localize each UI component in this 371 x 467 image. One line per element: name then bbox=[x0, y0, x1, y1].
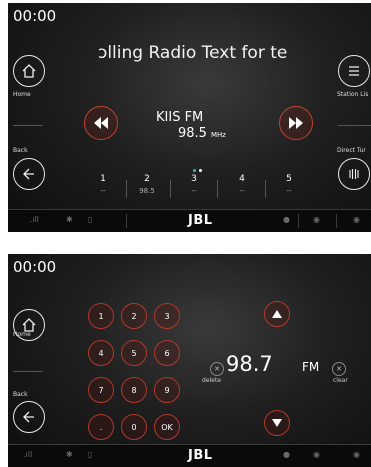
preset-number: 5 bbox=[286, 174, 292, 184]
preset-value: -- bbox=[239, 187, 245, 195]
key-9[interactable]: 9 bbox=[154, 377, 180, 403]
key-3[interactable]: 3 bbox=[154, 303, 180, 329]
preset-button-1[interactable]: 1 -- bbox=[88, 174, 118, 195]
home-button[interactable] bbox=[13, 55, 45, 87]
back-button[interactable] bbox=[13, 401, 45, 433]
triangle-down-icon bbox=[272, 419, 282, 427]
tune-down-button[interactable] bbox=[264, 410, 290, 436]
divider bbox=[13, 125, 43, 126]
station-list-button[interactable] bbox=[338, 55, 370, 87]
arrow-left-icon bbox=[23, 411, 34, 423]
brand-logo: JBL bbox=[188, 448, 213, 463]
delete-label: delete bbox=[202, 377, 221, 384]
close-icon: ✕ bbox=[336, 365, 342, 373]
station-list-label: Station Lis bbox=[337, 91, 369, 98]
seek-back-button[interactable] bbox=[84, 106, 118, 140]
status-bar: .ıll ✱ ▯ JBL ● ◉ ◉ bbox=[8, 444, 371, 467]
clock: 00:00 bbox=[13, 7, 57, 25]
triangle-up-icon bbox=[272, 310, 282, 318]
preset-button-5[interactable]: 5 -- bbox=[274, 174, 304, 195]
divider bbox=[338, 125, 371, 126]
preset-value: -- bbox=[100, 187, 106, 195]
direct-tune-screen: 00:00 Home Back 1 2 3 4 5 6 7 8 9. 0 OK ✕ delete 9… bbox=[8, 254, 371, 467]
preset-button-4[interactable]: 4 -- bbox=[227, 174, 257, 195]
preset-number: 3 bbox=[191, 174, 197, 184]
home-icon bbox=[22, 64, 36, 78]
signal-strength-icon: .ıll bbox=[23, 215, 39, 224]
status-bar: .ıll ✱ ▯ JBL ● ◉ ◉ bbox=[8, 209, 371, 232]
key-2[interactable]: 2 bbox=[121, 303, 147, 329]
seek-forward-button[interactable] bbox=[279, 106, 313, 140]
key-1[interactable]: 1 bbox=[88, 303, 114, 329]
key-ok[interactable]: OK bbox=[154, 414, 180, 440]
microphone-icon: ● bbox=[283, 215, 290, 224]
key-8[interactable]: 8 bbox=[121, 377, 147, 403]
microphone-icon: ● bbox=[283, 450, 290, 459]
back-button[interactable] bbox=[13, 158, 45, 190]
preset-number: 2 bbox=[144, 174, 150, 184]
signal-strength-icon: .ıll bbox=[23, 450, 33, 459]
station-name: KIIS FM bbox=[156, 110, 204, 125]
mute-icon[interactable]: ◉ bbox=[313, 450, 320, 459]
preset-divider bbox=[265, 180, 266, 198]
radio-text: ɔlling Radio Text for te bbox=[98, 43, 288, 63]
preset-value: -- bbox=[286, 187, 292, 195]
preset-divider bbox=[126, 180, 127, 198]
bluetooth-icon: ✱ bbox=[66, 215, 73, 224]
direct-tune-button[interactable] bbox=[338, 158, 370, 190]
key-dot[interactable]: . bbox=[88, 414, 114, 440]
home-label: Home bbox=[13, 91, 31, 98]
frequency-display: 98.5 MHz bbox=[178, 126, 226, 141]
list-icon bbox=[349, 66, 359, 76]
key-6[interactable]: 6 bbox=[154, 340, 180, 366]
band-label: FM bbox=[302, 360, 320, 374]
clear-button[interactable]: ✕ bbox=[332, 362, 346, 376]
frequency-value: 98.5 bbox=[178, 126, 207, 141]
preset-value: 98.5 bbox=[139, 187, 155, 195]
page-dot bbox=[198, 169, 202, 172]
home-label: Home bbox=[13, 331, 31, 338]
mute-icon[interactable]: ◉ bbox=[313, 215, 320, 224]
divider bbox=[298, 214, 299, 228]
key-7[interactable]: 7 bbox=[88, 377, 114, 403]
preset-value: -- bbox=[191, 187, 197, 195]
preset-divider bbox=[170, 180, 171, 198]
arrow-left-icon bbox=[23, 168, 34, 180]
preset-button-3[interactable]: 3 -- bbox=[179, 174, 209, 195]
back-label: Back bbox=[13, 147, 28, 154]
phone-icon: ▯ bbox=[88, 215, 93, 224]
brand-logo: JBL bbox=[188, 213, 213, 228]
key-5[interactable]: 5 bbox=[121, 340, 147, 366]
preset-number: 1 bbox=[100, 174, 106, 184]
delete-button[interactable]: ✕ bbox=[210, 362, 224, 376]
clock: 00:00 bbox=[13, 258, 57, 276]
preset-button-2[interactable]: 2 98.5 bbox=[132, 174, 162, 195]
fast-forward-icon bbox=[289, 117, 303, 129]
radio-screen: 00:00 Home Back Station Lis Direct Tur ɔ… bbox=[8, 3, 371, 232]
key-4[interactable]: 4 bbox=[88, 340, 114, 366]
key-0[interactable]: 0 bbox=[121, 414, 147, 440]
rewind-icon bbox=[94, 117, 108, 129]
direct-tune-label: Direct Tur bbox=[337, 147, 366, 154]
volume-icon[interactable]: ◉ bbox=[353, 215, 360, 224]
divider bbox=[13, 371, 43, 372]
back-label: Back bbox=[13, 391, 28, 398]
entered-frequency: 98.7 bbox=[226, 352, 273, 376]
close-icon: ✕ bbox=[214, 365, 220, 373]
volume-icon[interactable]: ◉ bbox=[353, 450, 360, 459]
phone-icon: ▯ bbox=[88, 450, 93, 459]
clear-label: clear bbox=[333, 377, 348, 384]
bluetooth-icon: ✱ bbox=[66, 450, 73, 459]
preset-number: 4 bbox=[239, 174, 245, 184]
page-dot bbox=[192, 169, 196, 172]
divider bbox=[126, 214, 127, 228]
tune-up-button[interactable] bbox=[264, 301, 290, 327]
frequency-unit: MHz bbox=[210, 131, 226, 139]
tuner-icon bbox=[349, 169, 359, 179]
preset-divider bbox=[217, 180, 218, 198]
divider bbox=[336, 214, 337, 228]
